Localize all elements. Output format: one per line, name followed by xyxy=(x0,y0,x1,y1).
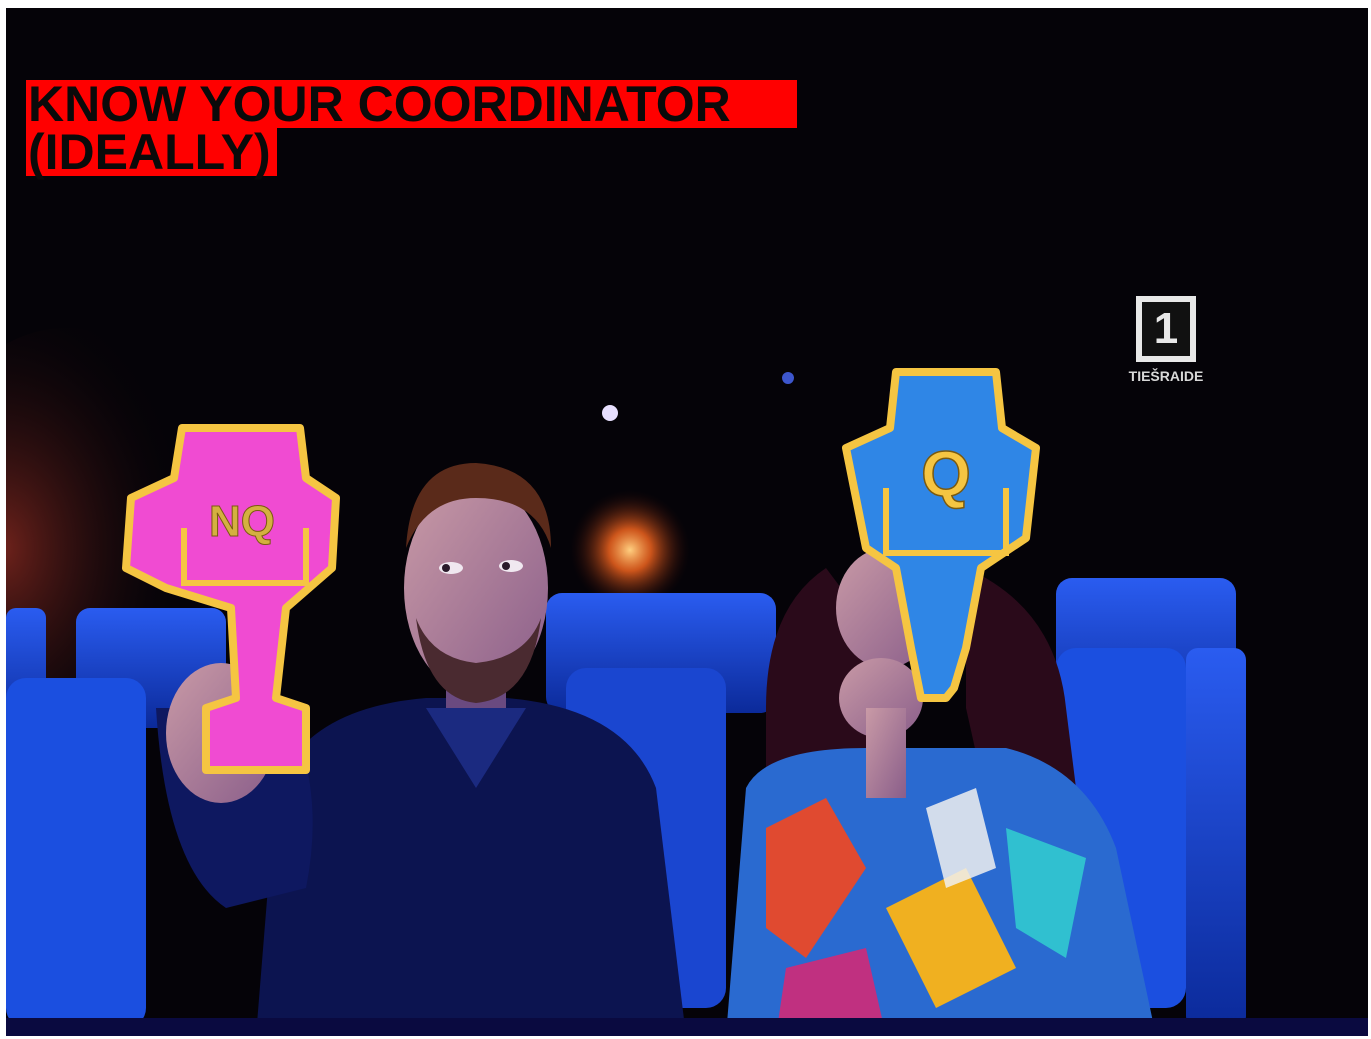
small-blue-light xyxy=(782,372,794,384)
caption-overlay: KNOW YOUR COORDINATOR (IDEALLY) xyxy=(26,79,797,177)
broadcaster-logo-text: TIEŠRAIDE xyxy=(1128,368,1204,384)
ceiling-light xyxy=(602,405,618,421)
broadcaster-logo: 1 TIEŠRAIDE xyxy=(1116,296,1216,384)
seat-back-5 xyxy=(1186,648,1246,1028)
caption-line-2: (IDEALLY) xyxy=(26,127,277,177)
q-paddle-label: Q xyxy=(921,438,971,510)
bottom-floor xyxy=(6,1018,1368,1036)
caption-line-1: KNOW YOUR COORDINATOR xyxy=(26,79,797,129)
broadcaster-logo-numeral: 1 xyxy=(1136,296,1196,362)
nq-paddle-label: NQ xyxy=(209,497,275,546)
stage-light-glow xyxy=(570,490,690,610)
seat-front-left xyxy=(6,678,146,1028)
